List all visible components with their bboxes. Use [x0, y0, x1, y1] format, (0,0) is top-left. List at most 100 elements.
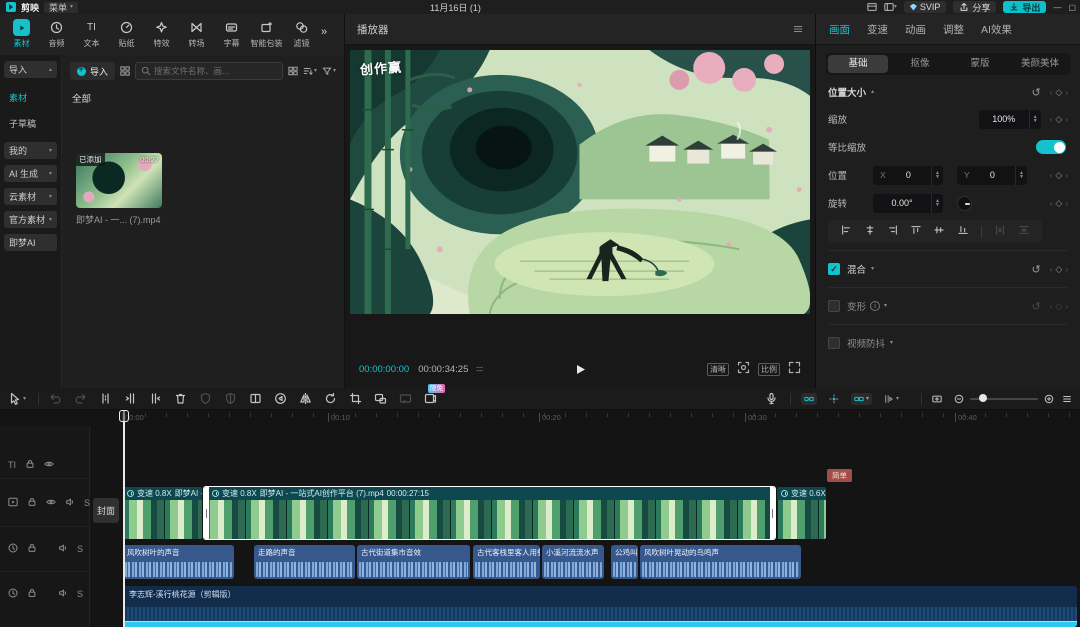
subtab-beauty[interactable]: 美颜美体 [1010, 55, 1070, 73]
lock-icon[interactable] [27, 588, 37, 600]
redo-icon[interactable] [74, 392, 87, 405]
section-position-size[interactable]: 位置大小 [828, 85, 866, 99]
solo-button[interactable]: S [77, 589, 83, 599]
tab-speed[interactable]: 变速 [867, 22, 888, 37]
subnav-material[interactable]: 素材 [0, 91, 61, 104]
video-clip[interactable]: 变速 0.6X [777, 487, 826, 539]
timeline-zoom-slider[interactable] [970, 398, 1038, 400]
undo-icon[interactable] [49, 392, 62, 405]
category-media[interactable]: 素材 [4, 18, 39, 49]
text-clip[interactable]: 简单 [827, 469, 852, 482]
category-audio[interactable]: 音频 [39, 18, 74, 49]
video-clip[interactable]: 变速 0.8X即梦AI - [123, 487, 202, 539]
ratio-button[interactable]: 比例 [758, 363, 780, 376]
record-add-icon[interactable]: 限免 [424, 392, 437, 405]
split-icon[interactable] [99, 392, 112, 405]
zoom-in-icon[interactable] [1044, 394, 1054, 404]
reverse-play-icon[interactable] [274, 392, 287, 405]
mask-tool-icon[interactable] [224, 392, 237, 405]
keyframe-controls[interactable]: ‹◇› [1050, 170, 1068, 181]
video-clip-selected[interactable]: 变速 0.8X即梦AI - 一站式AI创作平台 (7).mp400:00:27:… [204, 487, 775, 539]
quality-button[interactable]: 清晰 [707, 363, 729, 376]
warp-checkbox[interactable] [828, 300, 840, 312]
zoom-out-icon[interactable] [954, 394, 964, 404]
layout-switch-icon[interactable]: ▾ [884, 2, 897, 12]
subnav-import[interactable]: 导入▴ [4, 61, 57, 78]
solo-button[interactable]: S [84, 498, 90, 508]
subtab-cutout[interactable]: 抠像 [890, 55, 950, 73]
reset-icon[interactable]: ↺ [1032, 263, 1041, 276]
subnav-jimeng-ai[interactable]: 即梦AI [4, 234, 57, 251]
filter-icon[interactable]: ▾ [322, 66, 336, 76]
fullscreen-icon[interactable] [788, 361, 801, 377]
audio-clip[interactable]: 走路的声音 [254, 545, 355, 579]
uniform-scale-toggle[interactable] [1036, 140, 1066, 154]
keyframe-controls[interactable]: ‹◇› [1050, 264, 1068, 275]
align-right-icon[interactable] [888, 225, 898, 238]
category-smart-pack[interactable]: 智能包装 [249, 18, 284, 49]
view-grid-icon[interactable] [288, 66, 298, 76]
solo-button[interactable]: S [77, 544, 83, 554]
distribute-v-icon[interactable] [1019, 225, 1029, 238]
auto-snap-icon[interactable] [829, 394, 839, 404]
cover-button[interactable]: 封面 [93, 498, 119, 523]
reset-icon[interactable]: ↺ [1032, 86, 1041, 99]
flip-horizontal-icon[interactable] [299, 392, 312, 405]
minimize-button[interactable]: — [1053, 3, 1061, 12]
filter-all-label[interactable]: 全部 [62, 80, 344, 105]
split-keep-right-icon[interactable] [149, 392, 162, 405]
subnav-official-material[interactable]: 官方素材▾ [4, 211, 57, 228]
rotation-dial[interactable] [957, 196, 972, 211]
microphone-icon[interactable] [765, 392, 778, 405]
audio-clip[interactable]: 古代客栈里客人用餐 [473, 545, 540, 579]
pip-icon[interactable] [374, 392, 387, 405]
position-x-input[interactable]: X0 ▲▼ [873, 166, 943, 185]
mirror-box-icon[interactable] [249, 392, 262, 405]
track-view-icon[interactable]: ▾ [884, 394, 899, 404]
stepper-icon[interactable]: ▲▼ [1029, 110, 1041, 129]
subnav-ai-generate[interactable]: AI 生成▾ [4, 165, 57, 182]
stepper-icon[interactable]: ▲▼ [931, 194, 943, 213]
subtab-basic[interactable]: 基础 [828, 55, 888, 73]
subnav-subdraft[interactable]: 子草稿 [0, 117, 61, 130]
import-button[interactable]: 导入 [70, 62, 115, 80]
align-left-icon[interactable] [841, 225, 851, 238]
share-button[interactable]: 分享 [953, 1, 996, 13]
focus-frame-icon[interactable] [737, 361, 750, 377]
align-h-center-icon[interactable] [865, 225, 875, 238]
subnav-cloud-material[interactable]: 云素材▾ [4, 188, 57, 205]
split-keep-left-icon[interactable] [124, 392, 137, 405]
audio-clip[interactable]: 小溪河流流水声 [542, 545, 604, 579]
keyframe-controls[interactable]: ‹◇› [1050, 198, 1068, 209]
scale-input[interactable]: 100% ▲▼ [979, 110, 1041, 129]
lock-icon[interactable] [25, 459, 35, 471]
subnav-mine[interactable]: 我的▾ [4, 142, 57, 159]
trim-handle-right[interactable] [770, 487, 775, 539]
category-more-button[interactable]: » [321, 18, 327, 38]
audio-clip[interactable]: 风吹树叶晃动的鸟鸣声 [640, 545, 801, 579]
rotate-input[interactable]: 0.00° ▲▼ [873, 194, 943, 213]
speaker-icon[interactable] [58, 543, 68, 555]
tab-ai-effects[interactable]: AI效果 [981, 22, 1012, 37]
player-menu-icon[interactable] [793, 24, 803, 34]
category-filters[interactable]: 滤镜 [284, 18, 319, 49]
keyframe-controls[interactable]: ‹◇› [1050, 114, 1068, 125]
playhead-handle[interactable] [119, 410, 129, 422]
frames-icon[interactable] [476, 364, 486, 374]
svip-button[interactable]: SVIP [904, 1, 947, 13]
select-tool-icon[interactable]: ▾ [8, 392, 26, 405]
timeline-menu-icon[interactable] [1062, 394, 1072, 404]
maximize-button[interactable]: ▢ [1068, 3, 1076, 12]
tab-animation[interactable]: 动画 [905, 22, 926, 37]
trim-handle-left[interactable] [204, 487, 209, 539]
slider-knob[interactable] [979, 394, 987, 402]
sort-icon[interactable]: ▾ [303, 66, 317, 76]
link-clips-icon[interactable]: ▾ [851, 393, 872, 405]
layout-panels-icon[interactable] [867, 2, 877, 12]
eye-icon[interactable] [44, 459, 54, 471]
stepper-icon[interactable]: ▲▼ [1015, 166, 1027, 185]
distribute-h-icon[interactable] [995, 225, 1005, 238]
category-captions[interactable]: 字幕 [214, 18, 249, 49]
lock-icon[interactable] [27, 497, 37, 509]
timeline-ruler[interactable]: 00:00 00:10 00:20 00:30 00:40 [120, 410, 1080, 426]
